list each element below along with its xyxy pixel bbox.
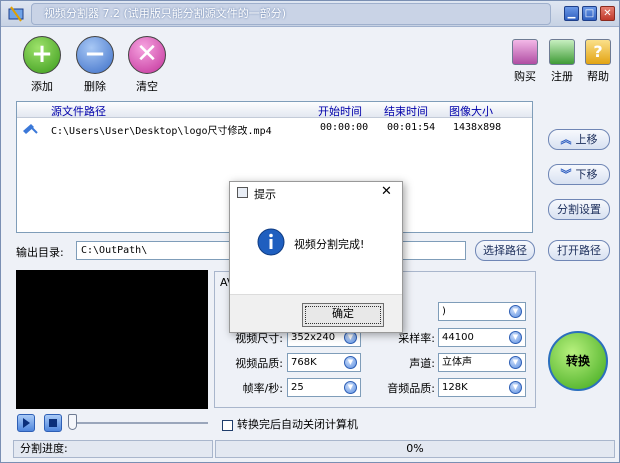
video-quality-select[interactable]: 768K ▼ bbox=[287, 353, 361, 372]
cell-path: C:\Users\User\Desktop\logo尺寸修改.mp4 bbox=[51, 126, 272, 137]
channel-label: 声道: bbox=[409, 357, 435, 370]
progress-label: 分割进度: bbox=[20, 442, 68, 455]
main-window: 视频分割器 7.2 (试用版只能分割源文件的一部分) ▁ □ ✕ + 添加 − … bbox=[0, 0, 620, 463]
audio-quality-value: 128K bbox=[442, 382, 468, 393]
file-list-header: 源文件路径 开始时间 结束时间 图像大小 bbox=[17, 102, 532, 118]
title-bar[interactable]: 视频分割器 7.2 (试用版只能分割源文件的一部分) ▁ □ ✕ bbox=[1, 1, 619, 27]
column-header-start[interactable]: 开始时间 bbox=[318, 103, 362, 119]
info-icon bbox=[257, 228, 285, 256]
shutdown-checkbox-row[interactable]: 转换完后自动关闭计算机 bbox=[222, 416, 358, 432]
browse-path-button[interactable]: 选择路径 bbox=[475, 240, 535, 261]
output-dir-label: 输出目录: bbox=[16, 246, 64, 259]
cell-end: 00:01:54 bbox=[387, 122, 436, 133]
dialog-footer: 确定 bbox=[230, 294, 402, 332]
progress-bar: 0% bbox=[215, 440, 615, 458]
clear-button[interactable]: ✕ 清空 bbox=[122, 36, 172, 94]
dialog-message: 视频分割完成! bbox=[294, 238, 365, 251]
convert-button[interactable]: 转换 bbox=[548, 331, 608, 391]
dropdown-icon: ▼ bbox=[509, 381, 522, 394]
help-icon: ? bbox=[585, 39, 611, 65]
ok-button[interactable]: 确定 bbox=[302, 303, 384, 327]
shutdown-checkbox[interactable] bbox=[222, 419, 233, 431]
message-dialog: 提示 ✕ 视频分割完成! 确定 bbox=[229, 181, 403, 333]
dropdown-icon: ▼ bbox=[509, 331, 522, 344]
seek-track[interactable] bbox=[72, 422, 208, 424]
delete-label: 删除 bbox=[84, 80, 106, 93]
audio-quality-label: 音频品质: bbox=[387, 382, 435, 395]
column-header-end[interactable]: 结束时间 bbox=[384, 103, 428, 119]
format-select[interactable]: ) ▼ bbox=[438, 302, 526, 321]
dialog-body: 视频分割完成! bbox=[230, 204, 402, 294]
register-label: 注册 bbox=[551, 70, 573, 83]
progress-text: 0% bbox=[406, 442, 424, 455]
arrow-up-icon: ︽ bbox=[560, 133, 572, 146]
add-button[interactable]: + 添加 bbox=[17, 36, 67, 94]
cell-size: 1438x898 bbox=[453, 122, 502, 133]
add-icon: + bbox=[23, 36, 61, 74]
buy-button[interactable]: 购买 bbox=[508, 39, 542, 84]
progress-label-box: 分割进度: bbox=[13, 440, 213, 458]
register-icon bbox=[549, 39, 575, 65]
app-icon bbox=[8, 6, 24, 22]
sample-rate-select[interactable]: 44100 ▼ bbox=[438, 328, 526, 347]
stop-icon bbox=[49, 419, 57, 427]
fps-value: 25 bbox=[291, 382, 304, 393]
dialog-title: 提示 bbox=[254, 188, 276, 201]
delete-icon: − bbox=[76, 36, 114, 74]
arrow-down-icon: ︾ bbox=[560, 168, 572, 181]
video-preview bbox=[16, 270, 208, 409]
window-title: 视频分割器 7.2 (试用版只能分割源文件的一部分) bbox=[31, 3, 551, 25]
seek-slider-thumb[interactable] bbox=[68, 414, 77, 430]
video-quality-label: 视频品质: bbox=[235, 357, 283, 370]
maximize-icon: □ bbox=[584, 8, 595, 19]
help-button[interactable]: ? 帮助 bbox=[581, 39, 615, 84]
move-up-button[interactable]: ︽ 上移 bbox=[548, 129, 610, 150]
clear-icon: ✕ bbox=[128, 36, 166, 74]
channel-value: 立体声 bbox=[442, 357, 472, 368]
minimize-icon: ▁ bbox=[567, 8, 576, 19]
table-row[interactable]: C:\Users\User\Desktop\logo尺寸修改.mp4 00:00… bbox=[17, 121, 532, 137]
minimize-button[interactable]: ▁ bbox=[564, 6, 579, 21]
move-up-label: 上移 bbox=[575, 133, 598, 146]
help-label: 帮助 bbox=[587, 70, 609, 83]
cart-icon bbox=[512, 39, 538, 65]
register-button[interactable]: 注册 bbox=[545, 39, 579, 84]
add-label: 添加 bbox=[31, 80, 53, 93]
dropdown-icon: ▼ bbox=[344, 356, 357, 369]
dialog-title-bar[interactable]: 提示 ✕ bbox=[230, 182, 402, 204]
dropdown-icon: ▼ bbox=[509, 305, 522, 318]
play-button[interactable] bbox=[17, 414, 35, 432]
split-settings-label: 分割设置 bbox=[557, 203, 601, 216]
dialog-close-icon[interactable]: ✕ bbox=[381, 184, 392, 199]
sample-rate-value: 44100 bbox=[442, 332, 474, 343]
split-settings-button[interactable]: 分割设置 bbox=[548, 199, 610, 220]
fps-label: 帧率/秒: bbox=[242, 382, 283, 395]
column-header-size[interactable]: 图像大小 bbox=[449, 103, 493, 119]
fps-select[interactable]: 25 ▼ bbox=[287, 378, 361, 397]
video-quality-value: 768K bbox=[291, 357, 317, 368]
stop-button[interactable] bbox=[44, 414, 62, 432]
audio-quality-select[interactable]: 128K ▼ bbox=[438, 378, 526, 397]
column-header-path[interactable]: 源文件路径 bbox=[51, 103, 106, 119]
video-size-value: 352x240 bbox=[291, 332, 336, 343]
play-icon bbox=[23, 418, 30, 428]
dropdown-icon: ▼ bbox=[509, 356, 522, 369]
buy-label: 购买 bbox=[514, 70, 536, 83]
video-file-icon bbox=[23, 124, 38, 134]
format-value: ) bbox=[442, 306, 446, 317]
move-down-label: 下移 bbox=[575, 168, 598, 181]
clear-label: 清空 bbox=[136, 80, 158, 93]
dialog-app-icon bbox=[237, 187, 248, 198]
close-icon: ✕ bbox=[603, 8, 612, 19]
channel-select[interactable]: 立体声 ▼ bbox=[438, 353, 526, 372]
open-path-button[interactable]: 打开路径 bbox=[548, 240, 610, 261]
close-button[interactable]: ✕ bbox=[600, 6, 615, 21]
delete-button[interactable]: − 删除 bbox=[70, 36, 120, 94]
move-down-button[interactable]: ︾ 下移 bbox=[548, 164, 610, 185]
shutdown-label: 转换完后自动关闭计算机 bbox=[237, 418, 358, 431]
dropdown-icon: ▼ bbox=[344, 381, 357, 394]
maximize-button[interactable]: □ bbox=[582, 6, 597, 21]
cell-start: 00:00:00 bbox=[320, 122, 369, 133]
